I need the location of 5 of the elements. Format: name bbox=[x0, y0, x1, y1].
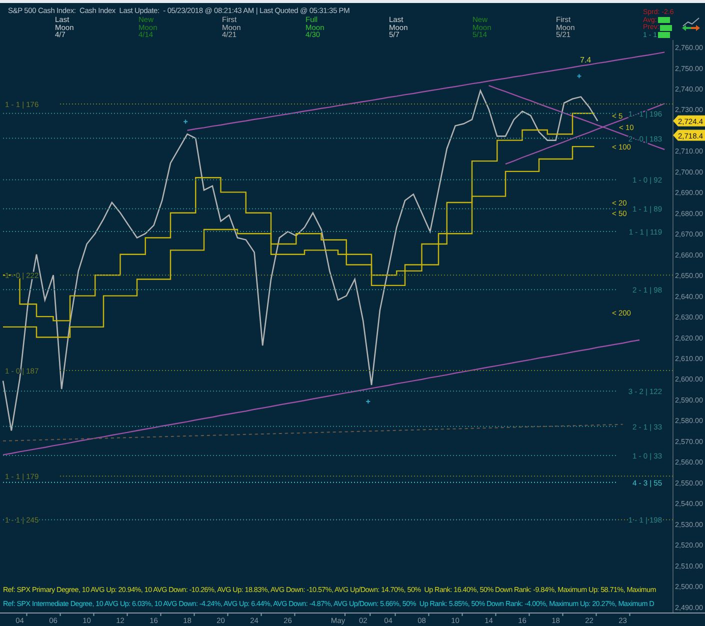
value-label: 7.4 bbox=[580, 55, 592, 64]
plus-marker-icon bbox=[183, 119, 188, 124]
chart-arrows-icon[interactable] bbox=[681, 17, 701, 31]
plus-marker-icon bbox=[576, 74, 582, 79]
plus-marker-icon bbox=[366, 399, 371, 404]
